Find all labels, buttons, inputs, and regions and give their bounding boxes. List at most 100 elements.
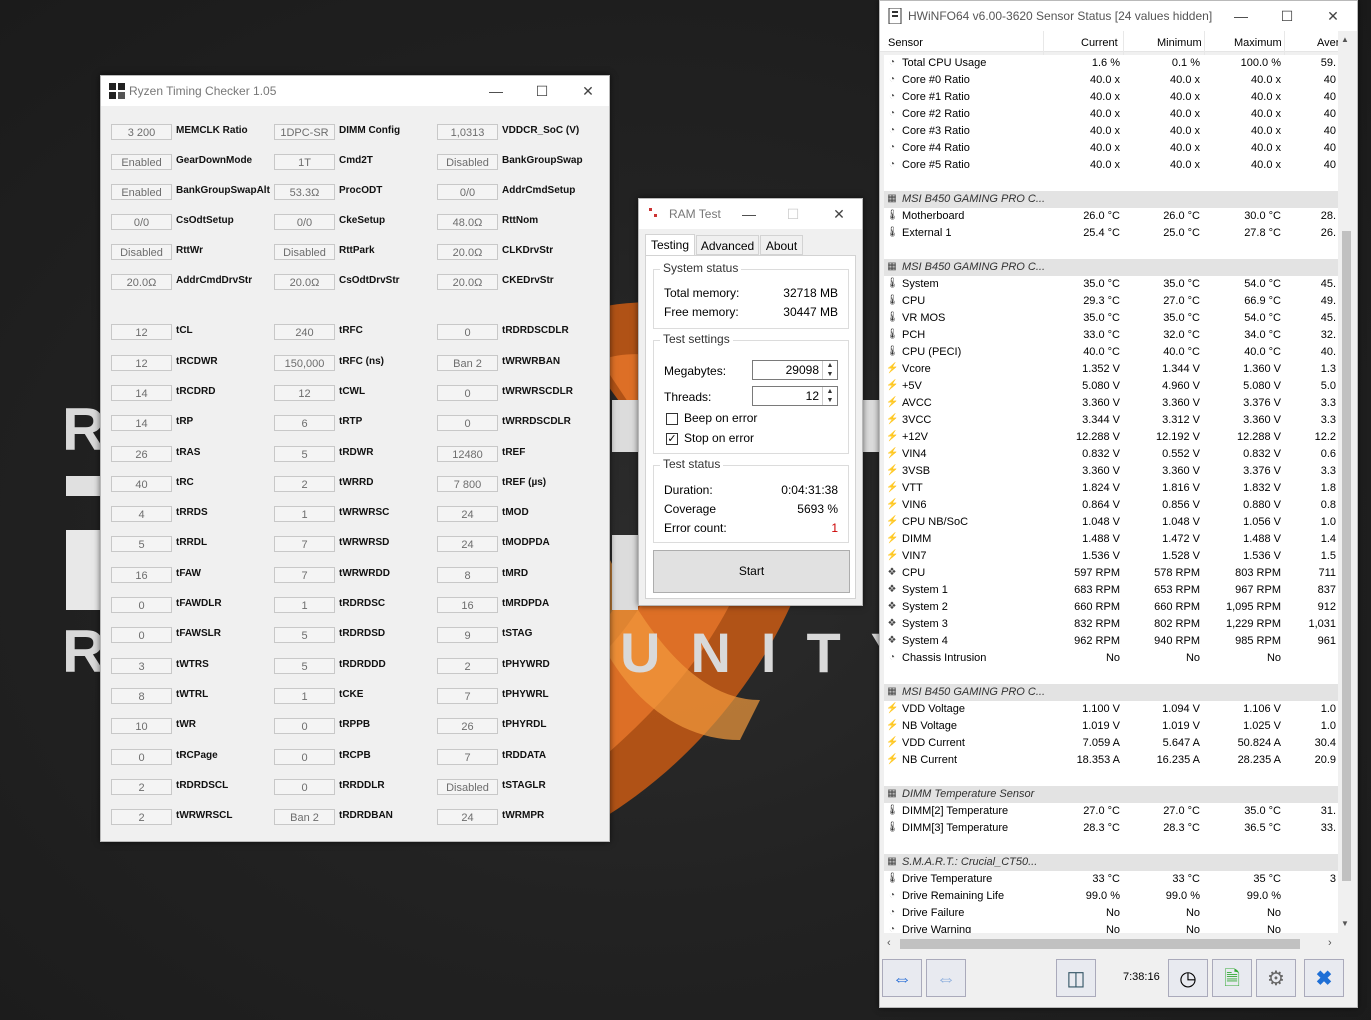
tab-about[interactable]: About	[760, 235, 803, 255]
sensor-name: DIMM[2] Temperature	[902, 805, 1009, 817]
navigate-forward-icon[interactable]: ⇔	[926, 959, 966, 997]
timing-label: tFAWDLR	[176, 598, 222, 609]
sensor-row[interactable]: ◔ Chassis Intrusion No No No	[884, 650, 1338, 667]
beep-on-error-checkbox[interactable]	[666, 413, 678, 425]
sensor-row[interactable]: ◔ Total CPU Usage 1.6 % 0.1 % 100.0 % 59.	[884, 55, 1338, 72]
network-icon[interactable]: ◫	[1056, 959, 1096, 997]
sensor-row[interactable]: ⚡ CPU NB/SoC 1.048 V 1.048 V 1.056 V 1.0	[884, 514, 1338, 531]
horizontal-scrollbar[interactable]: ‹ ›	[884, 936, 1338, 952]
add-report-icon[interactable]: 🗎	[1212, 959, 1252, 997]
clock-reset-icon[interactable]: ◷	[1168, 959, 1208, 997]
sensor-row[interactable]: ◔ Core #5 Ratio 40.0 x 40.0 x 40.0 x 40	[884, 157, 1338, 174]
sensor-row[interactable]: ⚡ NB Current 18.353 A 16.235 A 28.235 A 20.9	[884, 752, 1338, 769]
sensor-row[interactable]: 🌡 CPU 29.3 °C 27.0 °C 66.9 °C 49.	[884, 293, 1338, 310]
sensor-row[interactable]: ◔ Core #3 Ratio 40.0 x 40.0 x 40.0 x 40	[884, 123, 1338, 140]
column-sensor[interactable]: Sensor	[888, 37, 923, 49]
sensor-row[interactable]: 🌡 System 35.0 °C 35.0 °C 54.0 °C 45.	[884, 276, 1338, 293]
sensor-group-header[interactable]: ▦ MSI B450 GAMING PRO C...	[884, 191, 1338, 208]
column-current[interactable]: Current	[1081, 37, 1118, 49]
sensor-row[interactable]: ⚡ VIN4 0.832 V 0.552 V 0.832 V 0.6	[884, 446, 1338, 463]
timing-value: 2	[111, 809, 172, 825]
start-button[interactable]: Start	[653, 550, 850, 593]
sensor-row[interactable]: 🌡 Drive Temperature 33 °C 33 °C 35 °C 3	[884, 871, 1338, 888]
sensor-row[interactable]: ❖ CPU 597 RPM 578 RPM 803 RPM 711	[884, 565, 1338, 582]
scrollbar-thumb[interactable]	[1342, 231, 1351, 881]
current-value: 29.3 °C	[1083, 295, 1120, 307]
minimum-value: 1.472 V	[1162, 533, 1200, 545]
average-value: 33.	[1320, 822, 1336, 834]
sensor-row[interactable]: ⚡ Vcore 1.352 V 1.344 V 1.360 V 1.3	[884, 361, 1338, 378]
close-sensors-icon[interactable]: ✖	[1304, 959, 1344, 997]
average-value: 1.8	[1320, 482, 1336, 494]
tab-testing[interactable]: Testing	[645, 234, 695, 256]
scroll-left-icon[interactable]: ‹	[887, 937, 891, 949]
sensor-group-header[interactable]: ▦ MSI B450 GAMING PRO C...	[884, 259, 1338, 276]
sensor-row[interactable]: ◔ Drive Remaining Life 99.0 % 99.0 % 99.0 %	[884, 888, 1338, 905]
spinner-arrows-icon[interactable]: ▲ ▼	[822, 387, 837, 405]
sensor-row[interactable]: 🌡 External 1 25.4 °C 25.0 °C 27.8 °C 26.	[884, 225, 1338, 242]
sensor-row[interactable]: 🌡 Motherboard 26.0 °C 26.0 °C 30.0 °C 28.	[884, 208, 1338, 225]
sensor-row[interactable]: ❖ System 3 832 RPM 802 RPM 1,229 RPM 1,031	[884, 616, 1338, 633]
sensor-row[interactable]: ◔ Drive Failure No No No	[884, 905, 1338, 922]
sensor-row[interactable]: ◔ Drive Warning No No No	[884, 922, 1338, 933]
tab-advanced[interactable]: Advanced	[696, 235, 759, 255]
column-average[interactable]: Aver	[1317, 37, 1339, 49]
close-button[interactable]: ✕	[817, 199, 861, 229]
hscroll-thumb[interactable]	[900, 939, 1300, 949]
minimum-value: 33 °C	[1172, 873, 1200, 885]
column-maximum[interactable]: Maximum	[1234, 37, 1282, 49]
thermometer-icon: 🌡	[886, 295, 899, 306]
megabytes-spinner[interactable]: 29098 ▲ ▼	[752, 360, 838, 380]
sensor-group-header[interactable]: ▦ MSI B450 GAMING PRO C...	[884, 684, 1338, 701]
current-value: No	[1105, 907, 1120, 919]
close-button[interactable]: ✕	[1310, 1, 1356, 31]
sensor-row[interactable]: 🌡 DIMM[3] Temperature 28.3 °C 28.3 °C 36.5 °…	[884, 820, 1338, 837]
average-value: 0.6	[1320, 448, 1336, 460]
scroll-up-icon[interactable]: ▲	[1341, 35, 1349, 44]
sensor-row[interactable]: ⚡ VTT 1.824 V 1.816 V 1.832 V 1.8	[884, 480, 1338, 497]
close-button[interactable]: ✕	[565, 76, 611, 106]
sensor-row[interactable]: ⚡ 3VSB 3.360 V 3.360 V 3.376 V 3.3	[884, 463, 1338, 480]
sensor-row[interactable]: ◔ Core #1 Ratio 40.0 x 40.0 x 40.0 x 40	[884, 89, 1338, 106]
wallpaper-letter-r1: R	[62, 396, 105, 463]
sensor-row[interactable]: ❖ System 4 962 RPM 940 RPM 985 RPM 961	[884, 633, 1338, 650]
sensor-row[interactable]: ⚡ VIN7 1.536 V 1.528 V 1.536 V 1.5	[884, 548, 1338, 565]
vertical-scrollbar[interactable]: ▲ ▼	[1338, 31, 1355, 936]
maximize-button[interactable]: ☐	[1264, 1, 1310, 31]
sensor-row[interactable]: ❖ System 1 683 RPM 653 RPM 967 RPM 837	[884, 582, 1338, 599]
sensor-row[interactable]: ⚡ DIMM 1.488 V 1.472 V 1.488 V 1.4	[884, 531, 1338, 548]
sensor-row[interactable]: ◔ Core #0 Ratio 40.0 x 40.0 x 40.0 x 40	[884, 72, 1338, 89]
sensor-row[interactable]: ⚡ VDD Current 7.059 A 5.647 A 50.824 A 30.4	[884, 735, 1338, 752]
sensor-group-header[interactable]: ▦ DIMM Temperature Sensor	[884, 786, 1338, 803]
minimize-button[interactable]: —	[727, 199, 771, 229]
sensor-row[interactable]: ⚡ VIN6 0.864 V 0.856 V 0.880 V 0.8	[884, 497, 1338, 514]
sensor-row[interactable]: ⚡ VDD Voltage 1.100 V 1.094 V 1.106 V 1.0	[884, 701, 1338, 718]
timing-label: tRCPage	[176, 750, 218, 761]
minimize-button[interactable]: —	[1218, 1, 1264, 31]
navigate-back-icon[interactable]: ⇔	[882, 959, 922, 997]
sensor-row[interactable]: ◔ Core #4 Ratio 40.0 x 40.0 x 40.0 x 40	[884, 140, 1338, 157]
sensor-row[interactable]: ⚡ 3VCC 3.344 V 3.312 V 3.360 V 3.3	[884, 412, 1338, 429]
sensor-row[interactable]: ⚡ +12V 12.288 V 12.192 V 12.288 V 12.2	[884, 429, 1338, 446]
chip-icon: ▦	[887, 193, 897, 204]
stop-on-error-checkbox[interactable]: ✓	[666, 433, 678, 445]
sensor-row[interactable]: ◔ Core #2 Ratio 40.0 x 40.0 x 40.0 x 40	[884, 106, 1338, 123]
sensor-row[interactable]: ⚡ AVCC 3.360 V 3.360 V 3.376 V 3.3	[884, 395, 1338, 412]
scroll-down-icon[interactable]: ▼	[1341, 919, 1349, 928]
sensor-row[interactable]: ⚡ NB Voltage 1.019 V 1.019 V 1.025 V 1.0	[884, 718, 1338, 735]
spinner-arrows-icon[interactable]: ▲ ▼	[822, 361, 837, 379]
sensor-group-header[interactable]: ▦ S.M.A.R.T.: Crucial_CT50...	[884, 854, 1338, 871]
sensor-row[interactable]: ❖ System 2 660 RPM 660 RPM 1,095 RPM 912	[884, 599, 1338, 616]
scroll-right-icon[interactable]: ›	[1328, 937, 1332, 949]
sensor-row[interactable]: 🌡 VR MOS 35.0 °C 35.0 °C 54.0 °C 45.	[884, 310, 1338, 327]
sensor-row[interactable]: ⚡ +5V 5.080 V 4.960 V 5.080 V 5.0	[884, 378, 1338, 395]
column-minimum[interactable]: Minimum	[1157, 37, 1202, 49]
sensor-row[interactable]: 🌡 CPU (PECI) 40.0 °C 40.0 °C 40.0 °C 40.	[884, 344, 1338, 361]
sensor-row[interactable]: 🌡 PCH 33.0 °C 32.0 °C 34.0 °C 32.	[884, 327, 1338, 344]
threads-spinner[interactable]: 12 ▲ ▼	[752, 386, 838, 406]
maximize-button[interactable]: ☐	[519, 76, 565, 106]
minimize-button[interactable]: —	[473, 76, 519, 106]
sensor-row[interactable]: 🌡 DIMM[2] Temperature 27.0 °C 27.0 °C 35.0 °…	[884, 803, 1338, 820]
maximum-value: 40.0 x	[1251, 91, 1281, 103]
settings-gear-icon[interactable]: ⚙	[1256, 959, 1296, 997]
